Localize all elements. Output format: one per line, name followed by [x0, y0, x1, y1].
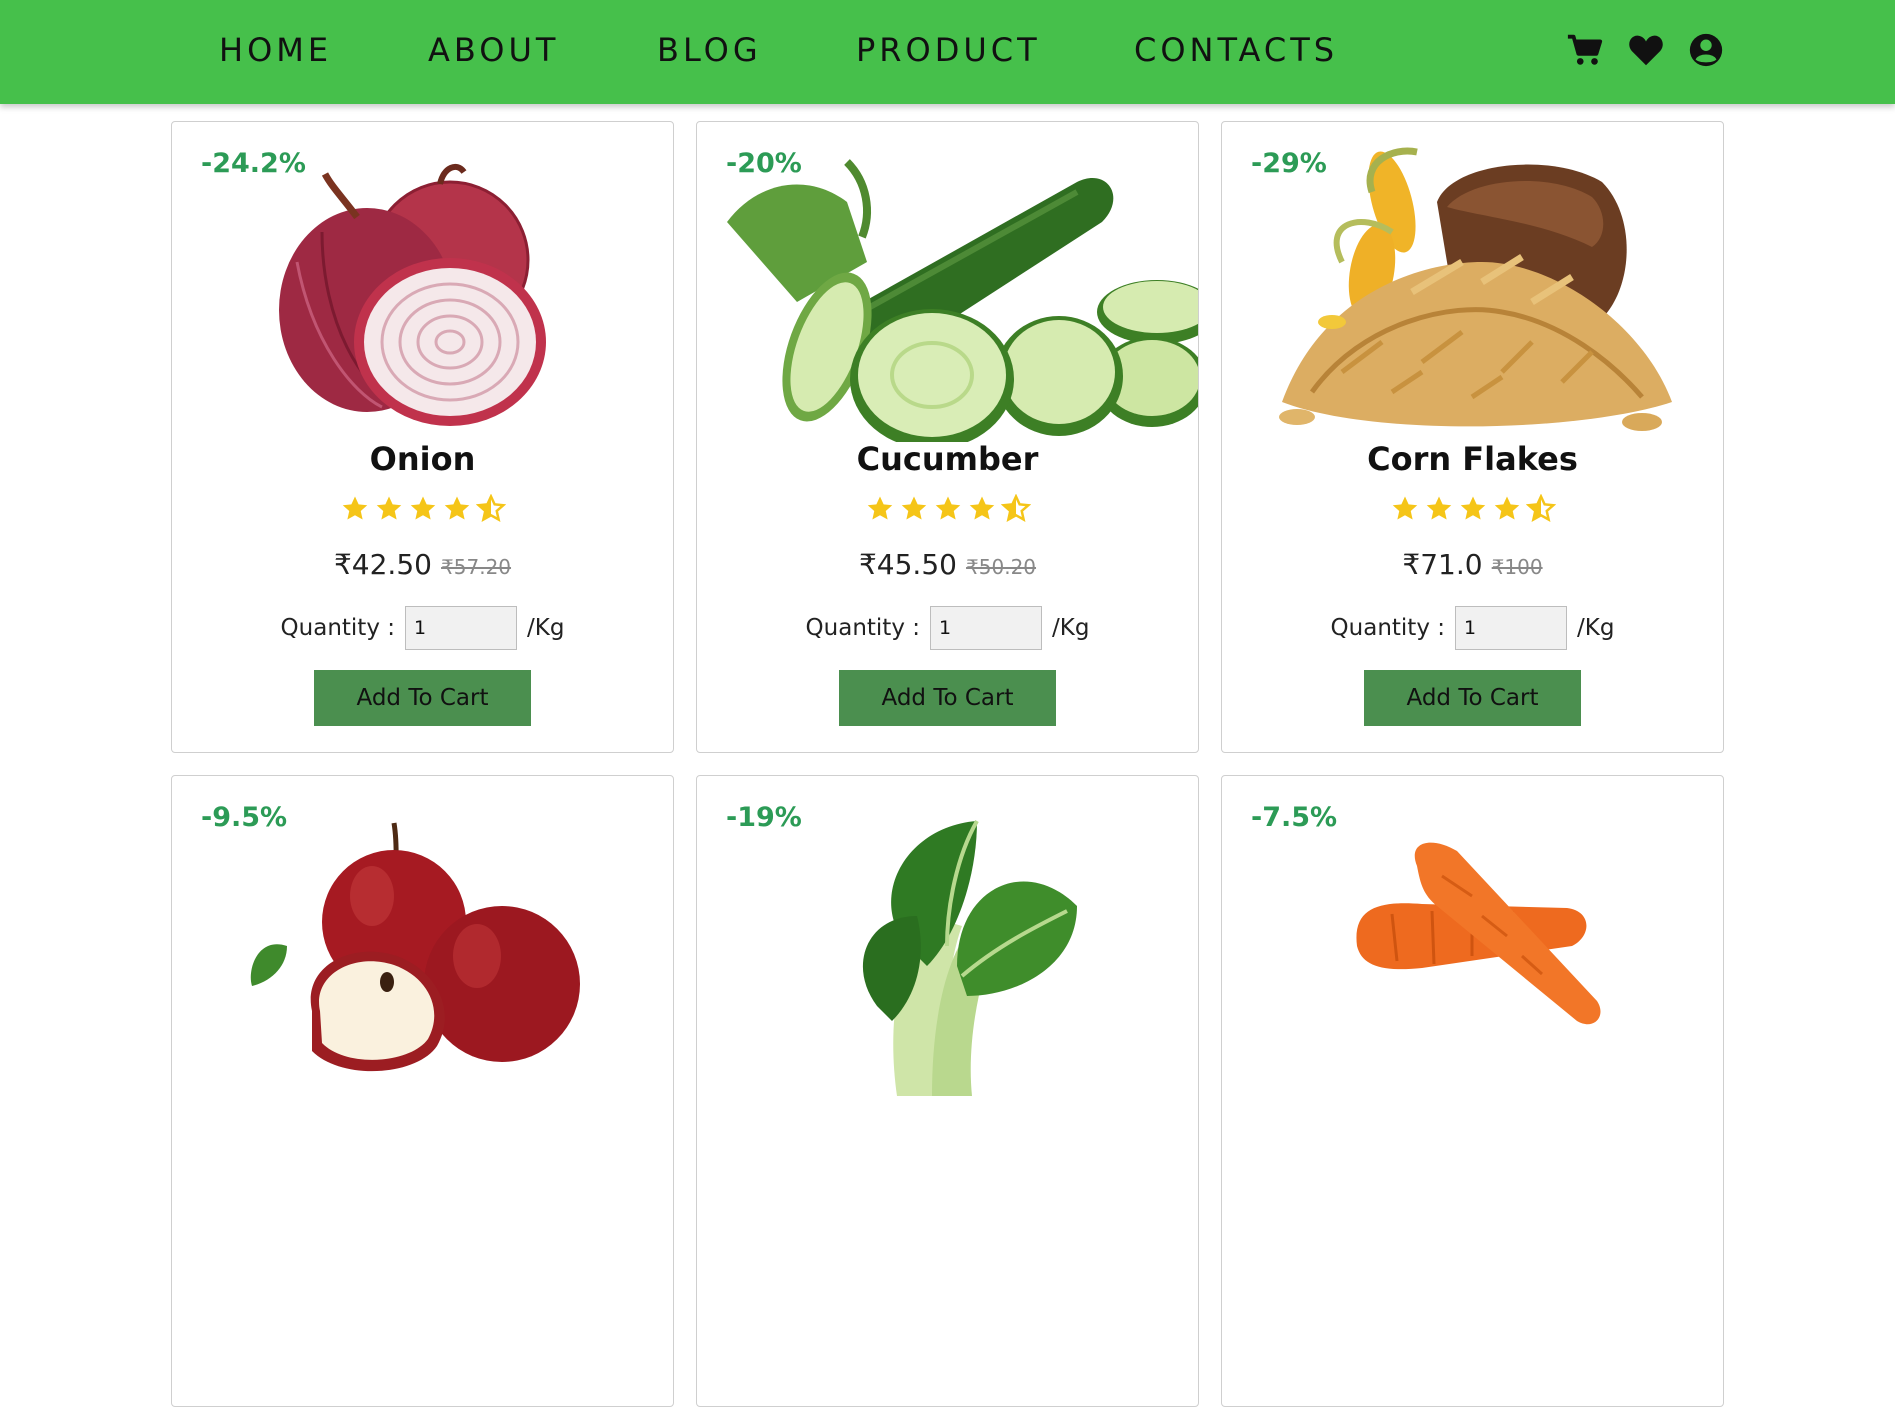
half-star-icon [1000, 494, 1031, 524]
nav-about[interactable]: ABOUT [428, 28, 559, 72]
quantity-row: Quantity : /Kg [172, 606, 673, 650]
product-card-carrot: -7.5% [1221, 775, 1724, 1407]
current-price: ₹45.50 [858, 548, 957, 581]
add-to-cart-button[interactable]: Add To Cart [839, 670, 1056, 726]
nav-home[interactable]: HOME [219, 28, 332, 72]
apple-image [172, 796, 673, 1096]
quantity-label: Quantity : [805, 615, 920, 641]
product-card-onion: -24.2% Onion ₹42.50 ₹57.20 Quantity : /K… [171, 121, 674, 753]
discount-badge: -29% [1251, 148, 1327, 179]
cart-icon[interactable] [1566, 31, 1604, 69]
product-card-cucumber: -20% Cucumber ₹45.50 ₹50.20 Quantity : /… [696, 121, 1199, 753]
nav-contacts[interactable]: CONTACTS [1134, 28, 1338, 72]
unit-label: /Kg [1577, 615, 1615, 641]
original-price: ₹50.20 [966, 555, 1037, 579]
star-icon [967, 494, 997, 524]
product-name: Corn Flakes [1367, 440, 1578, 478]
user-icon[interactable] [1687, 31, 1725, 69]
unit-label: /Kg [1052, 615, 1090, 641]
product-name: Onion [369, 440, 476, 478]
nav-product[interactable]: PRODUCT [856, 28, 1041, 72]
discount-badge: -20% [726, 148, 802, 179]
rating-stars [697, 494, 1198, 528]
original-price: ₹57.20 [441, 555, 512, 579]
quantity-row: Quantity : /Kg [1222, 606, 1723, 650]
quantity-input[interactable] [405, 606, 517, 650]
star-icon [408, 494, 438, 524]
star-icon [340, 494, 370, 524]
carrot-image [1222, 796, 1723, 1096]
onion-image [172, 142, 673, 442]
price-row: ₹71.0 ₹100 [1222, 548, 1723, 581]
product-card-greens: -19% [696, 775, 1199, 1407]
quantity-row: Quantity : /Kg [697, 606, 1198, 650]
rating-stars [172, 494, 673, 528]
product-card-apple: -9.5% [171, 775, 674, 1407]
discount-badge: -24.2% [201, 148, 306, 179]
star-icon [1424, 494, 1454, 524]
discount-badge: -7.5% [1251, 802, 1338, 833]
quantity-label: Quantity : [280, 615, 395, 641]
original-price: ₹100 [1491, 555, 1543, 579]
current-price: ₹42.50 [333, 548, 432, 581]
greens-image [697, 796, 1198, 1096]
quantity-input[interactable] [1455, 606, 1567, 650]
top-navbar: HOME ABOUT BLOG PRODUCT CONTACTS [0, 0, 1895, 104]
rating-stars [1222, 494, 1723, 528]
discount-badge: -19% [726, 802, 802, 833]
unit-label: /Kg [527, 615, 565, 641]
product-card-corn-flakes: -29% Corn Flakes ₹71.0 ₹100 Quantity : /… [1221, 121, 1724, 753]
star-icon [442, 494, 472, 524]
add-to-cart-button[interactable]: Add To Cart [314, 670, 531, 726]
price-row: ₹42.50 ₹57.20 [172, 548, 673, 581]
star-icon [1458, 494, 1488, 524]
star-icon [1390, 494, 1420, 524]
half-star-icon [1525, 494, 1556, 524]
nav-blog[interactable]: BLOG [657, 28, 762, 72]
star-icon [374, 494, 404, 524]
product-name: Cucumber [856, 440, 1039, 478]
heart-icon[interactable] [1627, 31, 1665, 69]
cucumber-image [697, 142, 1198, 442]
quantity-label: Quantity : [1330, 615, 1445, 641]
star-icon [933, 494, 963, 524]
add-to-cart-button[interactable]: Add To Cart [1364, 670, 1581, 726]
price-row: ₹45.50 ₹50.20 [697, 548, 1198, 581]
current-price: ₹71.0 [1402, 548, 1483, 581]
half-star-icon [475, 494, 506, 524]
discount-badge: -9.5% [201, 802, 288, 833]
star-icon [1492, 494, 1522, 524]
quantity-input[interactable] [930, 606, 1042, 650]
star-icon [865, 494, 895, 524]
star-icon [899, 494, 929, 524]
corn-flakes-image [1222, 142, 1723, 442]
